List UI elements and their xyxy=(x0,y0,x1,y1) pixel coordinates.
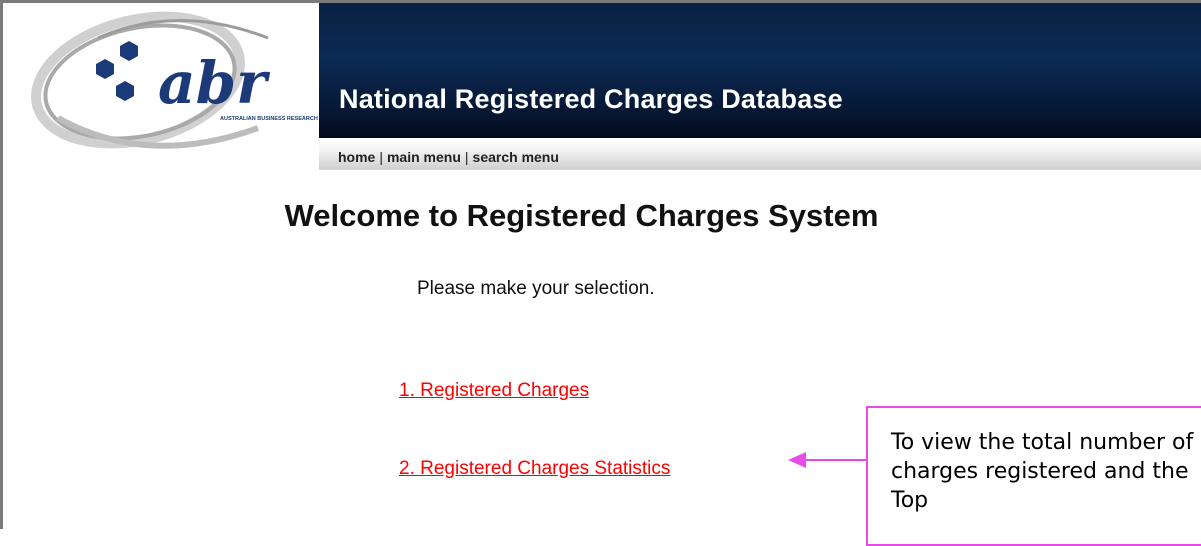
page-heading-text: Welcome to Registered Charges System xyxy=(284,198,879,233)
logo-wordmark: abr xyxy=(158,49,271,117)
logo-tagline: AUSTRALIAN BUSINESS RESEARCH xyxy=(220,116,318,122)
nav-main-menu-link[interactable]: main menu xyxy=(387,149,461,165)
callout-arrow-icon xyxy=(788,452,868,468)
abr-logo: abr AUSTRALIAN BUSINESS RESEARCH xyxy=(31,11,318,149)
breadcrumb-nav: home | main menu | search menu xyxy=(338,149,559,165)
registered-charges-statistics-link[interactable]: 2. Registered Charges Statistics xyxy=(399,458,670,480)
nav-separator: | xyxy=(464,149,469,165)
registered-charges-link[interactable]: 1. Registered Charges xyxy=(399,380,589,402)
selection-prompt: Please make your selection. xyxy=(417,278,655,299)
nav-search-menu-link[interactable]: search menu xyxy=(473,149,559,165)
nav-home-link[interactable]: home xyxy=(338,149,375,165)
annotation-text: To view the total number of charges regi… xyxy=(891,430,1194,513)
site-title: National Registered Charges Database xyxy=(339,84,843,114)
nav-separator: | xyxy=(379,149,383,165)
page-heading: Welcome to Registered Charges System xyxy=(0,198,1201,234)
annotation-callout: To view the total number of charges regi… xyxy=(866,406,1201,546)
header-banner xyxy=(319,3,1201,138)
